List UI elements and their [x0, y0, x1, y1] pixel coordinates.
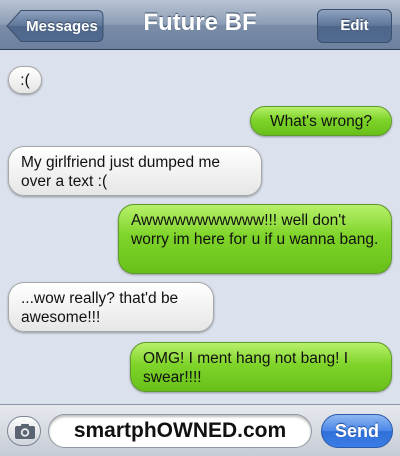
navigation-bar: Messages Future BF Edit [0, 0, 400, 50]
message-bubble-incoming[interactable]: :( [8, 66, 42, 94]
message-bubble-outgoing[interactable]: OMG! I ment hang not bang! I swear!!!! [130, 342, 392, 392]
message-thread: :( What's wrong? My girlfriend just dump… [0, 50, 400, 404]
camera-icon [15, 424, 35, 439]
message-bubble-outgoing[interactable]: Awwwwwwwwwww!!! well don't worry im here… [118, 204, 392, 274]
message-bubble-incoming[interactable]: ...wow really? that'd be awesome!!! [8, 282, 214, 332]
camera-button[interactable] [7, 416, 41, 446]
message-bubble-incoming[interactable]: My girlfriend just dumped me over a text… [8, 146, 262, 196]
message-input[interactable]: smartphOWNED.com [48, 414, 312, 448]
edit-button[interactable]: Edit [317, 9, 392, 43]
send-button[interactable]: Send [321, 414, 393, 448]
message-bubble-outgoing[interactable]: What's wrong? [250, 106, 392, 136]
compose-bar: smartphOWNED.com Send [0, 404, 400, 456]
